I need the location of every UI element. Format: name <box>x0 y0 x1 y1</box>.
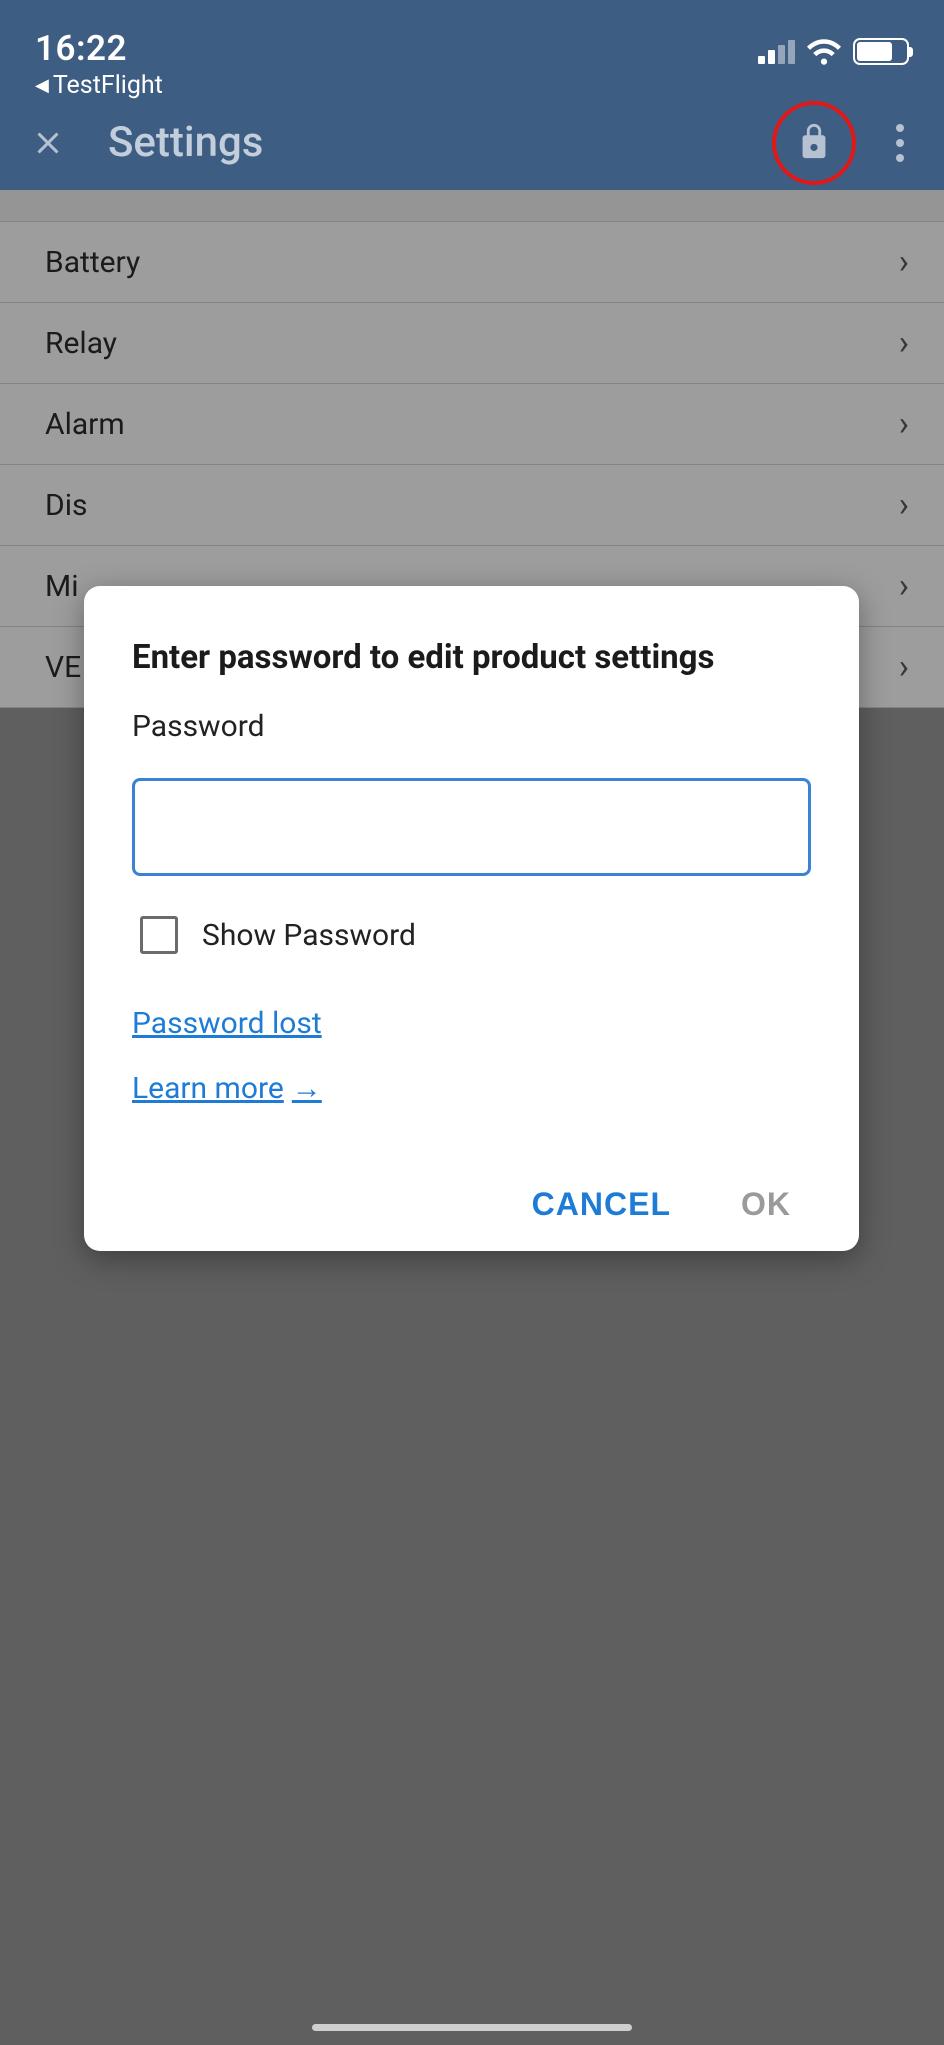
status-time: 16:22 <box>35 28 127 69</box>
dot-icon <box>896 139 904 147</box>
learn-more-label: Learn more <box>132 1071 284 1106</box>
status-indicators <box>758 38 909 65</box>
app-bar: Settings <box>0 95 944 190</box>
status-bar: 16:22 ◀ TestFlight <box>0 0 944 95</box>
dot-icon <box>896 154 904 162</box>
lock-icon[interactable] <box>796 121 832 165</box>
ok-button[interactable]: OK <box>741 1186 791 1223</box>
dialog-actions: CANCEL OK <box>132 1186 811 1223</box>
status-left: 16:22 ◀ TestFlight <box>35 28 163 100</box>
password-lost-link[interactable]: Password lost <box>132 1006 811 1041</box>
battery-icon <box>853 38 909 65</box>
close-button[interactable] <box>30 125 78 161</box>
back-app-label: TestFlight <box>53 71 163 100</box>
show-password-label: Show Password <box>202 918 416 953</box>
learn-more-link[interactable]: Learn more → <box>132 1071 811 1106</box>
back-arrow-icon: ◀ <box>35 75 49 96</box>
password-dialog: Enter password to edit product settings … <box>84 586 859 1251</box>
page-title: Settings <box>108 118 772 167</box>
back-to-app[interactable]: ◀ TestFlight <box>35 71 163 100</box>
home-indicator[interactable] <box>312 2024 632 2031</box>
arrow-right-icon: → <box>292 1071 322 1106</box>
cancel-button[interactable]: CANCEL <box>532 1186 671 1223</box>
show-password-checkbox[interactable] <box>140 916 178 954</box>
overflow-menu-button[interactable] <box>886 114 914 172</box>
password-input[interactable] <box>132 778 811 876</box>
cellular-signal-icon <box>758 40 795 64</box>
lock-highlight-circle <box>772 101 856 185</box>
password-label: Password <box>132 709 811 744</box>
show-password-row[interactable]: Show Password <box>140 916 811 954</box>
dialog-title: Enter password to edit product settings <box>132 638 811 677</box>
dot-icon <box>896 124 904 132</box>
wifi-icon <box>807 39 841 65</box>
